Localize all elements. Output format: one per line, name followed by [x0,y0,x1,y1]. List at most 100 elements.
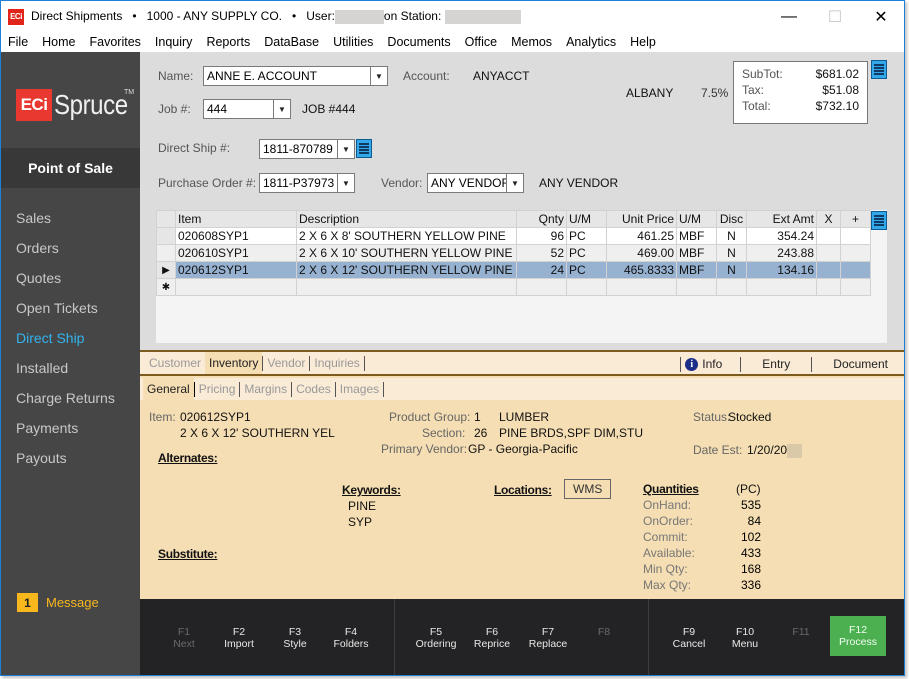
cell-qty[interactable]: 24 [516,261,567,279]
tab-vendor[interactable]: Vendor [263,352,309,374]
cell-qty[interactable]: 52 [516,244,567,262]
chevron-down-icon[interactable]: ▼ [337,174,354,192]
table-row[interactable]: 020608SYP1 2 X 6 X 8' SOUTHERN YELLOW PI… [156,227,871,245]
cell-add[interactable] [840,227,871,245]
chevron-down-icon[interactable]: ▼ [337,140,354,158]
cell-unit-price[interactable]: 469.00 [606,244,677,262]
menu-documents[interactable]: Documents [380,35,457,49]
purchase-order-combo[interactable]: 1811-P37973 ▼ [259,173,355,193]
column-header-delete[interactable]: X [816,210,841,228]
f2-import-button[interactable]: F2 Import [211,599,267,675]
cell-delete[interactable] [816,227,841,245]
cell-unit-price[interactable]: 461.25 [606,227,677,245]
column-header-description[interactable]: Description [296,210,517,228]
name-value[interactable]: ANNE E. ACCOUNT [204,69,370,83]
cell-um[interactable]: PC [566,244,607,262]
entry-link[interactable]: Entry [741,357,811,371]
column-header-unit-price[interactable]: Unit Price [606,210,677,228]
column-header-disc[interactable]: Disc [716,210,747,228]
menu-inquiry[interactable]: Inquiry [148,35,200,49]
tab-inquiries[interactable]: Inquiries [310,352,363,374]
cell-description[interactable]: 2 X 6 X 10' SOUTHERN YELLOW PINE [296,244,517,262]
tab-inventory[interactable]: Inventory [205,352,263,374]
subtab-general[interactable]: General [143,378,194,400]
cell-price-um[interactable] [676,278,717,296]
cell-description[interactable]: 2 X 6 X 8' SOUTHERN YELLOW PINE [296,227,517,245]
menu-utilities[interactable]: Utilities [326,35,380,49]
subtab-images[interactable]: Images [336,378,383,400]
new-row[interactable]: ✱ [156,278,871,296]
cell-qty[interactable]: 96 [516,227,567,245]
cell-description[interactable]: 2 X 6 X 12' SOUTHERN YELLOW PINE [296,261,517,279]
sidebar-item-open-tickets[interactable]: Open Tickets [1,293,140,323]
cell-qty[interactable] [516,278,567,296]
info-link[interactable]: i Info [685,357,740,371]
minimize-button[interactable]: — [766,1,812,32]
table-row-selected[interactable]: ▶ 020612SYP1 2 X 6 X 12' SOUTHERN YELLOW… [156,261,871,279]
wms-button[interactable]: WMS [564,479,612,499]
subtab-pricing[interactable]: Pricing [195,378,240,400]
cell-disc[interactable]: N [716,261,747,279]
sidebar-item-charge-returns[interactable]: Charge Returns [1,383,140,413]
menu-home[interactable]: Home [35,35,82,49]
cell-item[interactable]: 020608SYP1 [175,227,297,245]
sidebar-item-sales[interactable]: Sales [1,203,140,233]
cell-ext-amt[interactable]: 243.88 [746,244,817,262]
cell-um[interactable]: PC [566,261,607,279]
close-button[interactable]: ✕ [858,1,904,32]
tab-customer[interactable]: Customer [140,352,205,374]
row-header[interactable] [156,244,176,262]
menu-memos[interactable]: Memos [504,35,559,49]
cell-item[interactable]: 020610SYP1 [175,244,297,262]
direct-ship-combo[interactable]: 1811-870789 ▼ [259,139,355,159]
cell-item[interactable] [175,278,297,296]
cell-ext-amt[interactable]: 134.16 [746,261,817,279]
new-row-asterisk-icon[interactable]: ✱ [156,278,176,296]
sidebar-item-direct-ship[interactable]: Direct Ship [1,323,140,353]
chevron-down-icon[interactable]: ▼ [273,100,290,118]
column-header-add[interactable]: + [840,210,871,228]
maximize-button[interactable]: ☐ [812,1,858,32]
cell-ext-amt[interactable]: 354.24 [746,227,817,245]
subtab-margins[interactable]: Margins [240,378,291,400]
totals-menu-icon[interactable] [871,60,887,79]
column-header-qnty[interactable]: Qnty [516,210,567,228]
vendor-combo[interactable]: ANY VENDOR ▼ [427,173,524,193]
column-header-item[interactable]: Item [175,210,297,228]
cell-add[interactable] [840,244,871,262]
name-combo[interactable]: ANNE E. ACCOUNT ▼ [203,66,388,86]
subtab-codes[interactable]: Codes [292,378,335,400]
f10-menu-button[interactable]: F10 Menu [717,599,773,675]
f6-reprice-button[interactable]: F6 Reprice [464,599,520,675]
column-header-um[interactable]: U/M [566,210,607,228]
sidebar-item-orders[interactable]: Orders [1,233,140,263]
sidebar-item-installed[interactable]: Installed [1,353,140,383]
cell-price-um[interactable]: MBF [676,227,717,245]
menu-office[interactable]: Office [458,35,504,49]
document-link[interactable]: Document [812,357,904,371]
grid-columns-menu-icon[interactable] [871,211,887,230]
menu-analytics[interactable]: Analytics [559,35,623,49]
f8-button[interactable]: F8 [576,599,632,675]
job-value[interactable]: 444 [204,102,273,116]
job-combo[interactable]: 444 ▼ [203,99,291,119]
f9-cancel-button[interactable]: F9 Cancel [661,599,717,675]
cell-um[interactable]: PC [566,227,607,245]
cell-item[interactable]: 020612SYP1 [175,261,297,279]
f5-ordering-button[interactable]: F5 Ordering [408,599,464,675]
sidebar-item-quotes[interactable]: Quotes [1,263,140,293]
cell-ext-amt[interactable] [746,278,817,296]
cell-price-um[interactable]: MBF [676,244,717,262]
cell-disc[interactable]: N [716,227,747,245]
cell-delete[interactable] [816,278,841,296]
table-row[interactable]: 020610SYP1 2 X 6 X 10' SOUTHERN YELLOW P… [156,244,871,262]
menu-reports[interactable]: Reports [199,35,257,49]
sidebar-item-payments[interactable]: Payments [1,413,140,443]
cell-delete[interactable] [816,244,841,262]
menu-favorites[interactable]: Favorites [83,35,148,49]
f3-style-button[interactable]: F3 Style [267,599,323,675]
cell-description[interactable] [296,278,517,296]
f7-replace-button[interactable]: F7 Replace [520,599,576,675]
current-row-arrow-icon[interactable]: ▶ [156,261,176,279]
menu-database[interactable]: DataBase [257,35,326,49]
